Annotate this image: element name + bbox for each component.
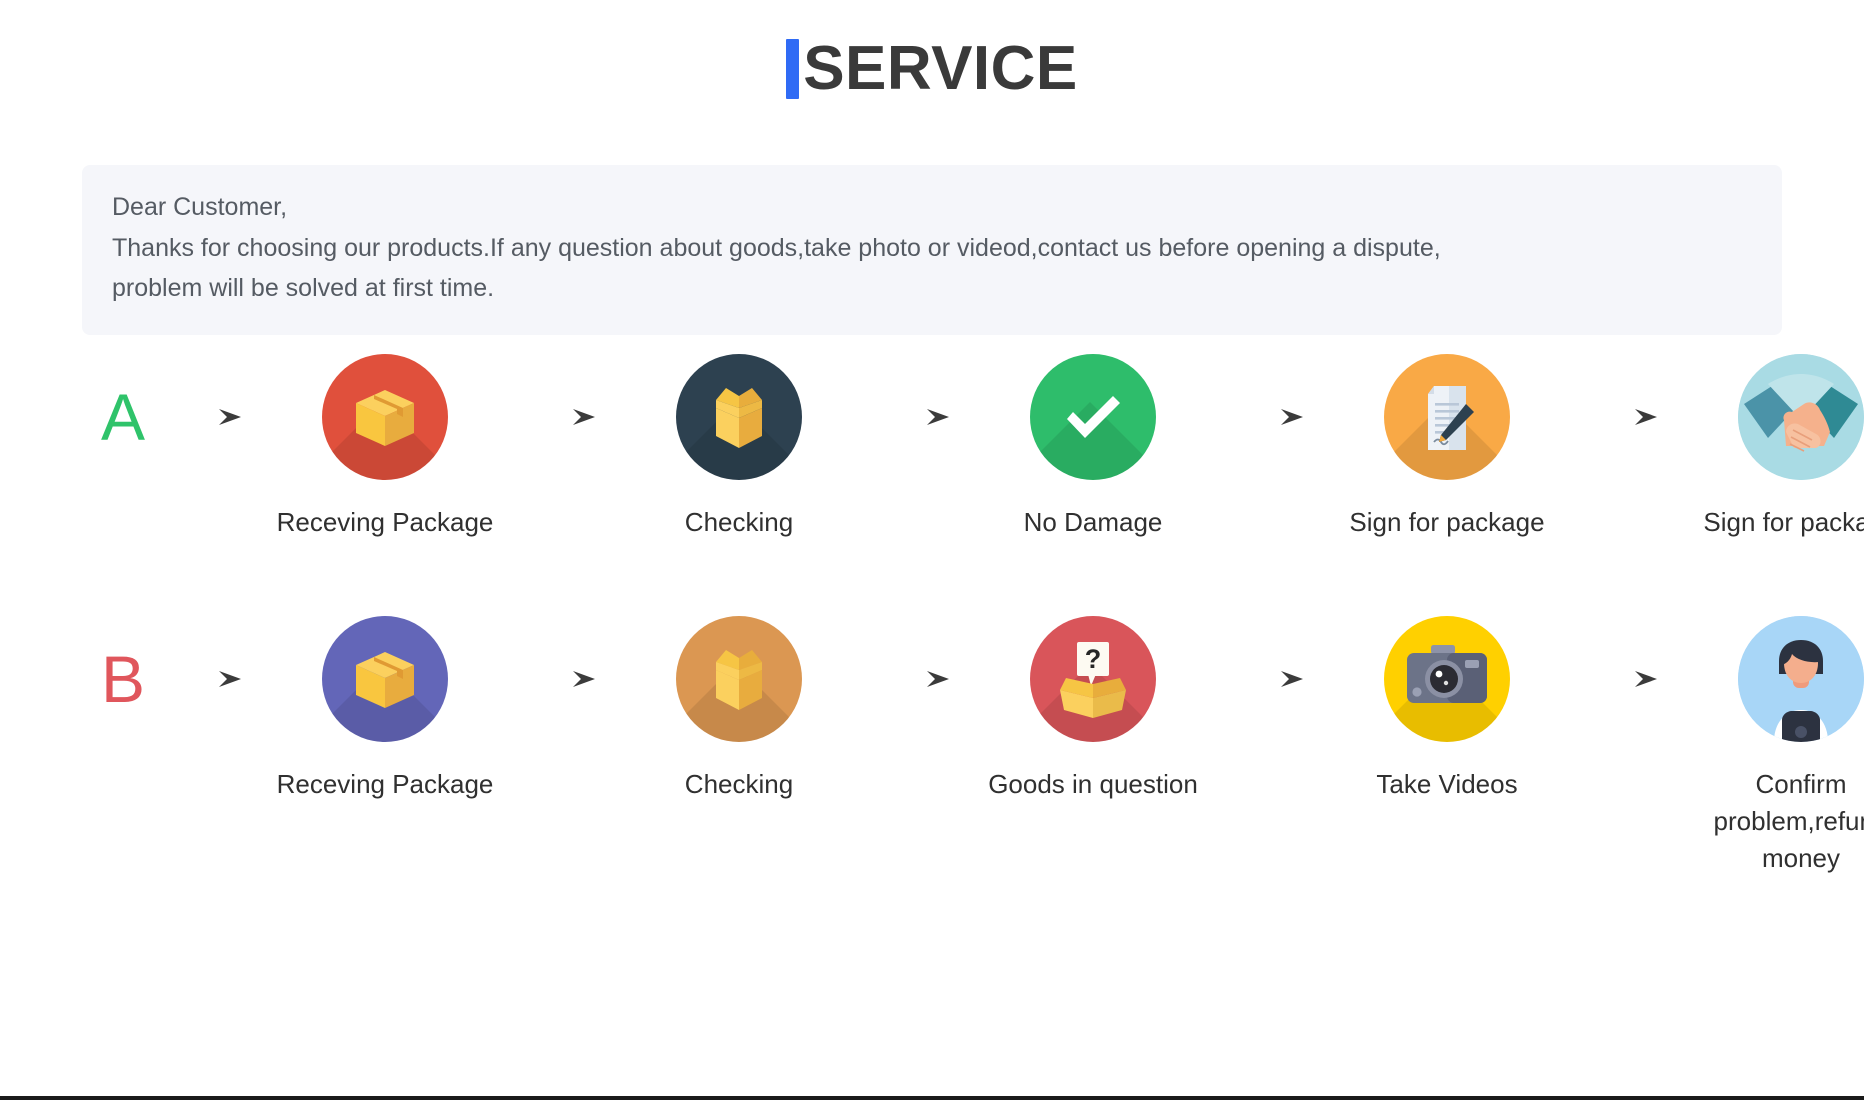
- flow-step: Sign for package: [1670, 350, 1864, 541]
- notice-line-3: problem will be solved at first time.: [112, 274, 495, 302]
- flow-step-art: [676, 612, 802, 746]
- arrow-right-icon: [870, 350, 962, 484]
- flow-step-label: Receving Package: [276, 769, 494, 799]
- flow-step: Receving Package: [254, 612, 516, 803]
- title-accent-bar: [786, 39, 800, 99]
- camera-icon: [1384, 616, 1510, 742]
- flow-step-label: Confirm problem,refund money: [1713, 769, 1864, 873]
- notice-line-2: Thanks for choosing our products.If any …: [112, 233, 1441, 262]
- flow-step: ? Goods in question: [962, 612, 1224, 803]
- flow-row-a: A Receving Package Checking No Damage Si…: [0, 350, 1864, 570]
- arrow-right-icon: [870, 612, 962, 746]
- flow-letter-label: B: [100, 642, 146, 716]
- flow-step: Checking: [608, 612, 870, 803]
- flow-step-art: [322, 350, 448, 484]
- arrow-right-icon: [516, 350, 608, 484]
- arrow-right-icon: [1578, 350, 1670, 484]
- question-box-icon: ?: [1030, 616, 1156, 742]
- arrow-right-icon: [1224, 612, 1316, 746]
- flow-step-label: Sign for package: [1703, 507, 1864, 537]
- flow-step-art: [676, 350, 802, 484]
- flow-step: No Damage: [962, 350, 1224, 541]
- flow-step-art: [1384, 612, 1510, 746]
- flow-step-label: Checking: [684, 507, 794, 537]
- flow-letter-label: A: [100, 380, 146, 454]
- flow-step-art: [1738, 612, 1864, 746]
- flow-step: Sign for package: [1316, 350, 1578, 541]
- flow-letter-b: B: [84, 612, 162, 746]
- check-icon: [1030, 354, 1156, 480]
- flow-step-label: Receving Package: [276, 507, 494, 537]
- document-pen-icon: [1384, 354, 1510, 480]
- handshake-icon: [1738, 354, 1864, 480]
- arrow-right-icon: [162, 350, 254, 484]
- arrow-right-icon: [1224, 350, 1316, 484]
- flow-step: Receving Package: [254, 350, 516, 541]
- service-info-page: SERVICE Dear Customer, Thanks for choosi…: [0, 0, 1864, 1100]
- flow-step-label: Sign for package: [1349, 507, 1545, 537]
- arrow-right-icon: [162, 612, 254, 746]
- page-title-text: SERVICE: [803, 34, 1078, 103]
- flow-row-b: B Receving Package Checking ? Goods in q…: [0, 612, 1864, 892]
- flow-step: Checking: [608, 350, 870, 541]
- support-agent-icon: [1738, 616, 1864, 742]
- flow-step-label: No Damage: [1023, 507, 1163, 537]
- flow-step-art: [1030, 350, 1156, 484]
- flow-step: Take Videos: [1316, 612, 1578, 803]
- page-title-row: SERVICE: [0, 0, 1864, 112]
- customer-notice-box: Dear Customer, Thanks for choosing our p…: [82, 165, 1782, 335]
- arrow-right-icon: [1578, 612, 1670, 746]
- flow-step-label: Checking: [684, 769, 794, 799]
- notice-line-1: Dear Customer,: [112, 193, 288, 221]
- flow-step-art: [322, 612, 448, 746]
- flow-step: Confirm problem,refund money: [1670, 612, 1864, 877]
- page-title: SERVICE: [786, 38, 1078, 100]
- flow-step-art: [1384, 350, 1510, 484]
- flow-letter-a: A: [84, 350, 162, 484]
- svg-text:?: ?: [1085, 644, 1102, 674]
- arrow-right-icon: [516, 612, 608, 746]
- closed-box-icon: [322, 354, 448, 480]
- flow-step-art: ?: [1030, 612, 1156, 746]
- flow-step-art: [1738, 350, 1864, 484]
- flow-step-label: Goods in question: [988, 769, 1198, 799]
- flow-step-label: Take Videos: [1376, 769, 1518, 799]
- open-box-icon: [676, 354, 802, 480]
- closed-box-icon: [322, 616, 448, 742]
- open-box-icon: [676, 616, 802, 742]
